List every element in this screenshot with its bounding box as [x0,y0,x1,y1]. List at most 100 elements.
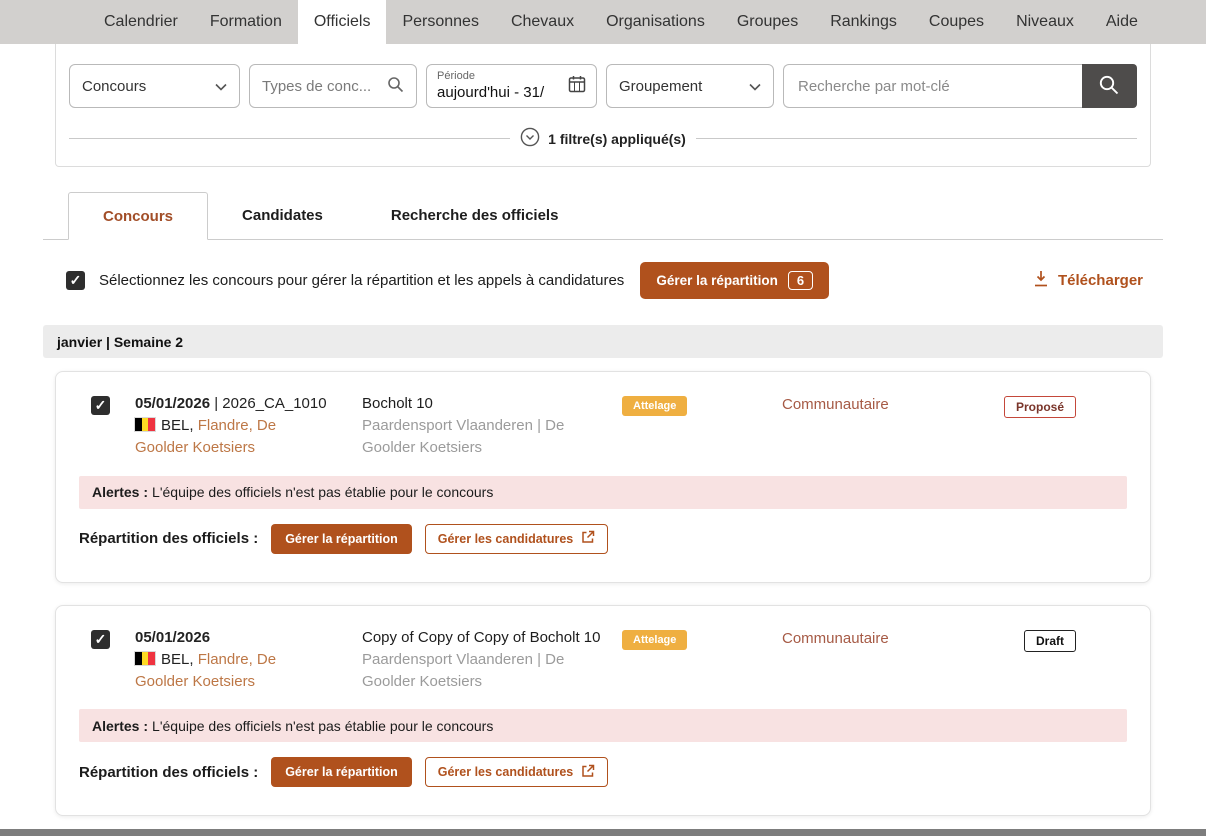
telecharger-label: Télécharger [1057,272,1143,289]
concours-card: 05/01/2026 BEL, Flandre, De Goolder Koet… [55,604,1151,817]
selection-count-badge: 6 [787,271,814,290]
card-gerer-repartition-button[interactable]: Gérer la répartition [271,757,412,788]
nav-item-personnes[interactable]: Personnes [386,0,495,44]
gerer-repartition-button[interactable]: Gérer la répartition 6 [640,262,830,299]
gerer-repartition-button-label: Gérer la répartition [656,273,778,288]
concours-discipline-column: Attelage [622,393,782,416]
nav-item-coupes[interactable]: Coupes [913,0,1000,44]
divider-line [69,138,511,139]
concours-country: BEL [161,417,190,435]
concours-card-main-row: 05/01/2026 BEL, Flandre, De Goolder Koet… [56,606,1150,694]
search-button[interactable] [1081,64,1137,108]
concours-country-separator: , [189,650,198,668]
concours-location-links[interactable]: Flandre, De Goolder Koetsiers [135,651,276,690]
nav-item-aide[interactable]: Aide [1090,0,1154,44]
alert-label: Alertes : [92,484,149,501]
status-badge: Proposé [1003,396,1076,418]
tab-concours[interactable]: Concours [68,192,209,240]
concours-category: Communautaire [782,629,889,647]
nav-item-calendrier[interactable]: Calendrier [88,0,194,44]
card-gerer-candidatures-button[interactable]: Gérer les candidatures [424,757,609,788]
search-icon [1098,74,1120,99]
keyword-search-group [782,64,1137,108]
belgium-flag-icon [134,417,156,433]
telecharger-link[interactable]: Télécharger [1033,270,1143,291]
concours-organizer: Paardensport Vlaanderen | De Goolder Koe… [362,417,565,457]
chevron-down-icon [215,78,227,95]
concours-country: BEL [161,650,190,668]
search-icon [387,76,404,97]
concours-checkbox[interactable] [91,396,110,415]
nav-item-formation[interactable]: Formation [194,0,298,44]
concours-checkbox[interactable] [91,629,110,649]
concours-repartition-row: Répartition des officiels : Gérer la rép… [79,757,1126,788]
selection-label: Sélectionnez les concours pour gérer la … [99,272,625,289]
tabs: Concours Candidates Recherche des offici… [43,191,1163,240]
nav-item-chevaux[interactable]: Chevaux [495,0,590,44]
concours-title: Bocholt 10 [362,395,433,412]
alert-text: L'équipe des officiels n'est pas établie… [152,484,494,501]
chevron-down-icon [749,78,761,95]
nav-item-officiels[interactable]: Officiels [297,0,387,44]
nav-item-groupes[interactable]: Groupes [721,0,814,44]
concours-filter-label: Concours [82,77,147,95]
gerer-candidatures-label: Gérer les candidatures [437,531,574,546]
types-filter-label: Types de conc... [261,77,372,95]
expand-filters-icon[interactable] [520,127,540,150]
concours-card-main-row: 05/01/2026 | 2026_CA_1010 BEL, Flandre, … [56,372,1150,460]
concours-title-column: Bocholt 10 Paardensport Vlaanderen | De … [362,393,567,460]
repartition-label: Répartition des officiels : [79,530,259,548]
status-badge: Draft [1023,629,1076,652]
concours-card: 05/01/2026 | 2026_CA_1010 BEL, Flandre, … [55,371,1151,583]
belgium-flag-icon [134,650,156,666]
groupement-filter-label: Groupement [618,77,703,95]
filter-row: Concours Types de conc... Période aujour… [69,64,1137,108]
applied-filters-text: 1 filtre(s) appliqué(s) [548,130,686,147]
tab-recherche-des-officiels[interactable]: Recherche des officiels [357,191,593,239]
groupement-filter-dropdown[interactable]: Groupement [605,64,774,108]
nav-item-niveaux[interactable]: Niveaux [1000,0,1090,44]
concours-title: Copy of Copy of Copy of Bocholt 10 [362,628,601,646]
filter-panel: Concours Types de conc... Période aujour… [55,44,1151,167]
concours-location-links[interactable]: Flandre, De Goolder Koetsiers [135,417,276,456]
concours-date-column: 05/01/2026 BEL, Flandre, De Goolder Koet… [134,627,325,694]
types-concours-filter[interactable]: Types de conc... [248,64,418,108]
concours-category: Communautaire [782,396,889,413]
concours-date-column: 05/01/2026 | 2026_CA_1010 BEL, Flandre, … [134,393,327,460]
concours-status-column: Proposé [1003,393,1076,418]
concours-date: 05/01/2026 [135,395,211,412]
concours-date: 05/01/2026 [135,628,211,646]
top-navigation: Calendrier Formation Officiels Personnes… [0,0,1206,44]
concours-organizer: Paardensport Vlaanderen | De Goolder Koe… [362,650,565,690]
divider-line [695,138,1137,139]
concours-country-separator: , [189,417,198,435]
concours-status-column: Draft [1023,627,1076,652]
concours-filter-dropdown[interactable]: Concours [69,64,240,108]
select-all-checkbox[interactable] [66,271,85,290]
external-link-icon [581,530,595,547]
card-gerer-repartition-button[interactable]: Gérer la répartition [271,523,412,554]
concours-repartition-row: Répartition des officiels : Gérer la rép… [79,523,1126,554]
keyword-search-input[interactable] [782,64,1082,108]
alert-text: L'équipe des officiels n'est pas établie… [152,717,494,734]
nav-item-rankings[interactable]: Rankings [814,0,913,44]
download-icon [1033,270,1049,291]
alert-label: Alertes : [92,717,149,734]
concours-alert: Alertes : L'équipe des officiels n'est p… [79,709,1127,743]
nav-item-organisations[interactable]: Organisations [590,0,721,44]
periode-filter-value: aujourd'hui - 31/ [437,83,545,101]
bottom-scrollbar[interactable] [0,829,1206,836]
week-group-header: janvier | Semaine 2 [43,325,1163,358]
concours-alert: Alertes : L'équipe des officiels n'est p… [79,475,1127,509]
main-content: Concours Candidates Recherche des offici… [43,191,1163,817]
gerer-candidatures-label: Gérer les candidatures [437,765,574,780]
periode-filter[interactable]: Période aujourd'hui - 31/ [426,64,597,108]
concours-code: | 2026_CA_1010 [210,395,327,412]
card-gerer-candidatures-button[interactable]: Gérer les candidatures [424,523,609,554]
external-link-icon [581,764,595,781]
repartition-label: Répartition des officiels : [79,763,259,781]
discipline-badge: Attelage [622,629,688,650]
periode-filter-label: Période [437,70,475,83]
tab-candidates[interactable]: Candidates [208,191,357,239]
discipline-badge: Attelage [622,396,688,416]
